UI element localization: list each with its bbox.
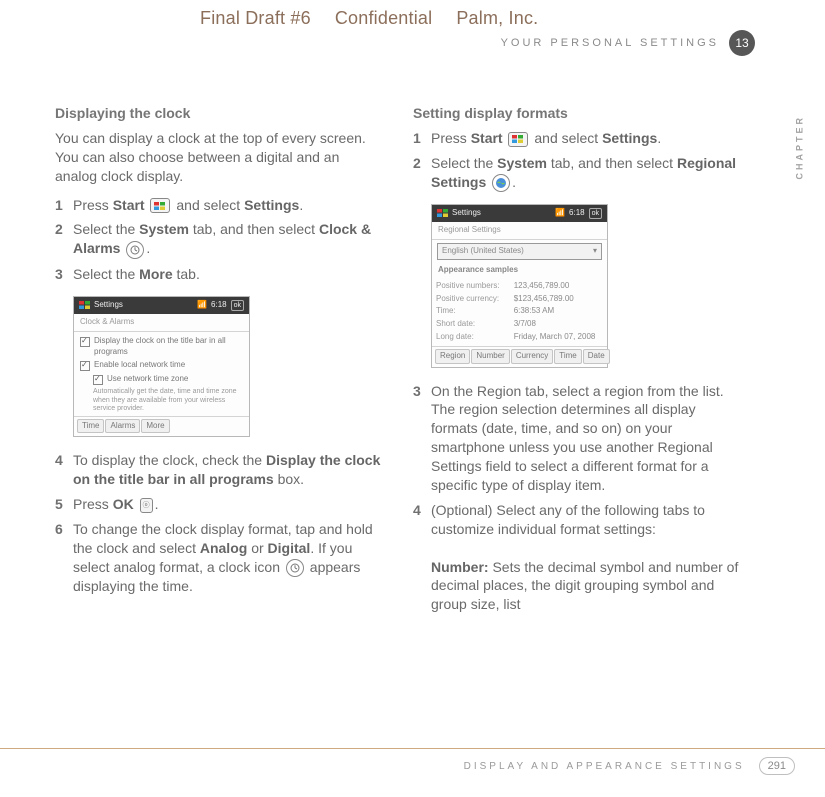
section-title: YOUR PERSONAL SETTINGS	[501, 37, 719, 49]
globe-icon	[492, 174, 510, 192]
page-number: 291	[759, 757, 795, 775]
company-label: Palm, Inc.	[456, 8, 538, 29]
windows-flag-icon	[508, 132, 528, 147]
left-step6: To change the clock display format, tap …	[73, 520, 385, 596]
right-step2: Select the System tab, and then select R…	[431, 154, 743, 192]
right-step3: On the Region tab, select a region from …	[431, 382, 743, 495]
chapter-header: YOUR PERSONAL SETTINGS 13	[501, 30, 755, 56]
confidential-label: Confidential	[335, 8, 432, 29]
left-step3: Select the More tab.	[73, 265, 385, 284]
right-step4: (Optional) Select any of the following t…	[431, 501, 743, 614]
left-step5: Press OK ⓞ.	[73, 495, 385, 514]
left-step4: To display the clock, check the Display …	[73, 451, 385, 489]
windows-flag-icon	[150, 198, 170, 213]
right-column: Setting display formats 1 Press Start an…	[413, 104, 743, 626]
ok-button-icon: ⓞ	[140, 498, 153, 513]
clock-icon	[126, 241, 144, 259]
watermark-line: Final Draft #6 Confidential Palm, Inc.	[200, 8, 795, 29]
left-heading: Displaying the clock	[55, 104, 385, 123]
draft-label: Final Draft #6	[200, 8, 311, 29]
screenshot-regional-settings: Settings 📶6:18ok Regional Settings Engli…	[431, 204, 608, 368]
page-footer: DISPLAY AND APPEARANCE SETTINGS 291	[0, 748, 825, 775]
left-step2: Select the System tab, and then select C…	[73, 220, 385, 258]
screenshot-clock-alarms: Settings 📶6:18ok Clock & Alarms Display …	[73, 296, 250, 438]
analog-clock-icon	[286, 559, 304, 577]
left-intro: You can display a clock at the top of ev…	[55, 129, 385, 186]
right-step1: Press Start and select Settings.	[431, 129, 743, 148]
footer-section-label: DISPLAY AND APPEARANCE SETTINGS	[464, 761, 745, 772]
left-step1: Press Start and select Settings.	[73, 196, 385, 215]
chapter-side-label: CHAPTER	[795, 115, 805, 180]
left-column: Displaying the clock You can display a c…	[55, 104, 385, 626]
right-heading: Setting display formats	[413, 104, 743, 123]
chapter-number-badge: 13	[729, 30, 755, 56]
